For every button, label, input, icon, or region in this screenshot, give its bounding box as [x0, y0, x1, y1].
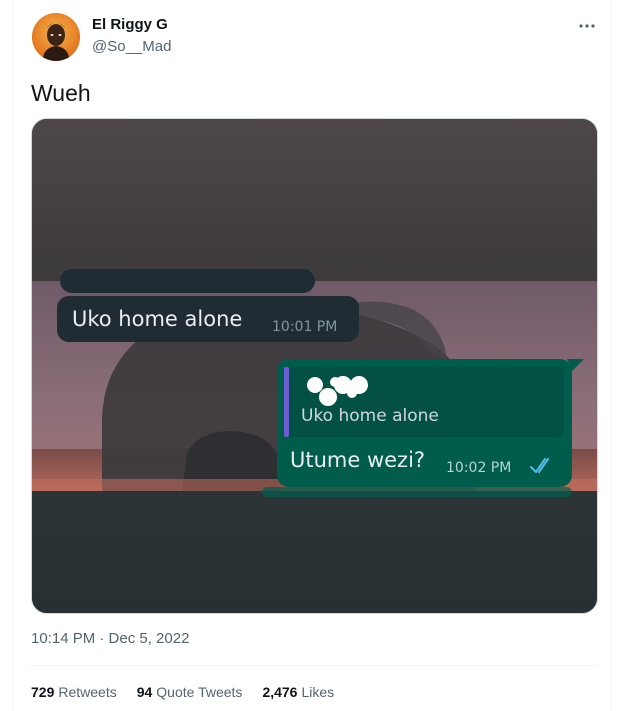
quote-tweets-count: 94: [136, 684, 153, 700]
received-message-time: 10:01 PM: [272, 319, 337, 335]
more-options-button[interactable]: [573, 14, 601, 38]
received-message-text: Uko home alone: [72, 307, 242, 331]
likes-label: Likes: [301, 684, 335, 700]
tweet-timestamp[interactable]: 10:14 PM · Dec 5, 2022: [31, 630, 189, 647]
tweet-media[interactable]: Uko home alone 10:01 PM Uko home alone U…: [31, 118, 598, 614]
tweet-card: El Riggy G @So__Mad Wueh Uko home alone …: [12, 0, 612, 711]
bottom-band: [32, 491, 597, 613]
received-message-bubble: Uko home alone 10:01 PM: [57, 296, 359, 342]
retweets-count: 729: [31, 684, 55, 700]
previous-message-bubble: [60, 269, 315, 293]
quote-bar: [284, 367, 289, 437]
likes-stat[interactable]: 2,476 Likes: [262, 684, 334, 700]
more-horizontal-icon: [579, 24, 595, 28]
author-handle[interactable]: @So__Mad: [92, 38, 171, 55]
engagement-stats: 729 Retweets 94 Quote Tweets 2,476 Likes: [31, 684, 354, 700]
retweets-stat[interactable]: 729 Retweets: [31, 684, 117, 700]
tweet-text: Wueh: [31, 80, 91, 106]
retweets-label: Retweets: [58, 684, 117, 700]
chat-screenshot-image: Uko home alone 10:01 PM Uko home alone U…: [32, 119, 597, 613]
quoted-reply: Uko home alone: [284, 367, 564, 437]
author-display-name[interactable]: El Riggy G: [92, 16, 168, 33]
quoted-reply-text: Uko home alone: [301, 406, 439, 426]
quote-tweets-label: Quote Tweets: [156, 684, 243, 700]
sent-message-text: Utume wezi?: [290, 448, 425, 472]
next-message-bubble: [262, 487, 572, 497]
likes-count: 2,476: [262, 684, 298, 700]
top-band: [32, 119, 597, 281]
avatar[interactable]: [32, 13, 80, 61]
quote-tweets-stat[interactable]: 94 Quote Tweets: [137, 684, 243, 700]
sent-message-time: 10:02 PM: [446, 460, 511, 476]
divider: [31, 665, 597, 666]
sent-message-bubble: Uko home alone Utume wezi? 10:02 PM: [277, 359, 584, 487]
avatar-image: [32, 13, 80, 61]
